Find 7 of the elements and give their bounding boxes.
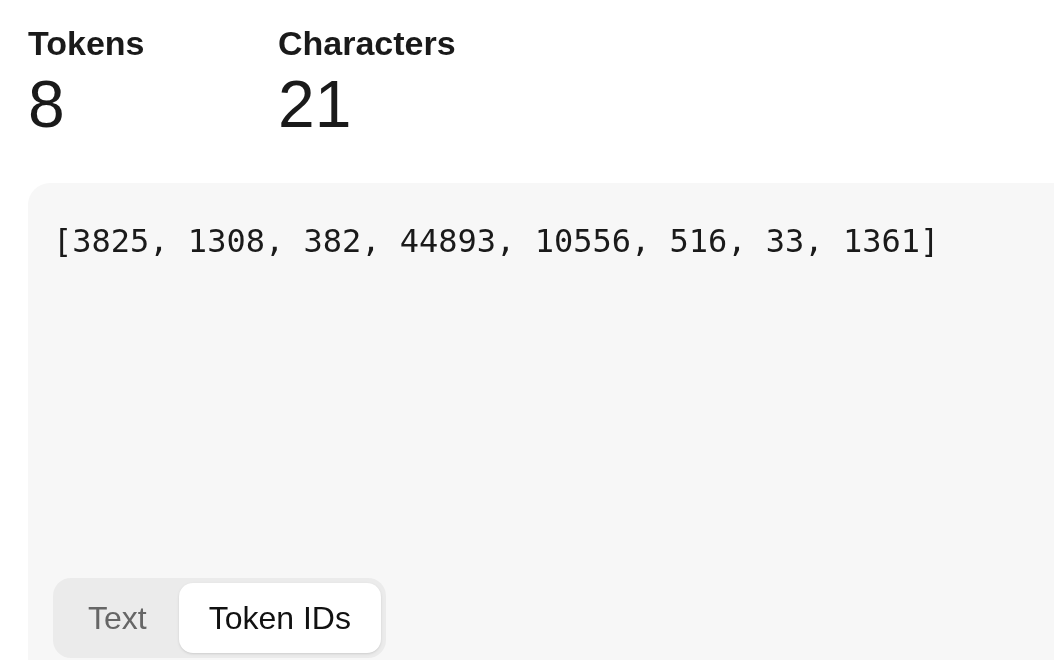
token-ids-output: [3825, 1308, 382, 44893, 10556, 516, 33, 1361] [53, 221, 940, 262]
stat-label: Tokens [28, 23, 145, 64]
stat-value: 8 [28, 66, 65, 143]
stat-value: 21 [278, 66, 352, 143]
view-tab[interactable]: Text [58, 583, 177, 653]
stat-label: Characters [278, 23, 456, 64]
view-tab[interactable]: Token IDs [178, 583, 381, 653]
